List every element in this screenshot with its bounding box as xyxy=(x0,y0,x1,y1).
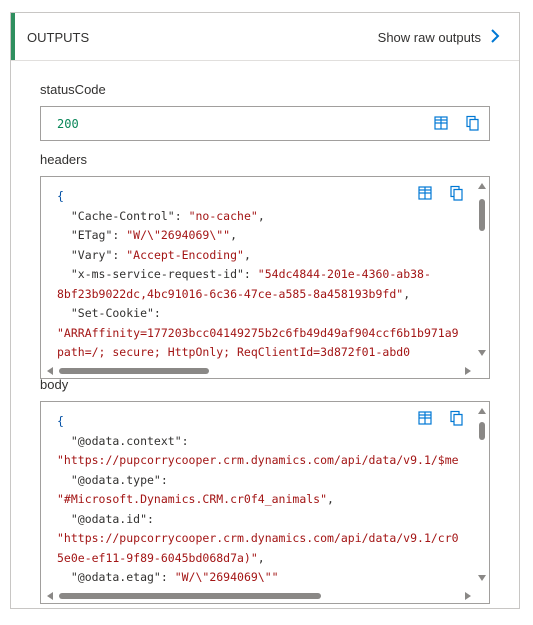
code-token: "@odata.type": xyxy=(57,472,168,487)
scroll-left-icon[interactable] xyxy=(47,367,53,375)
code-line: { xyxy=(57,412,465,432)
code-token: "@odata.context": xyxy=(57,433,189,448)
code-token: 8bf23b9022dc,4bc91016-6c36-47ce-a585-8a4… xyxy=(57,286,404,301)
code-line: "Cache-Control": "no-cache", xyxy=(57,207,465,227)
status-code-box: 200 xyxy=(40,106,490,141)
code-token: { xyxy=(57,189,64,203)
body-horizontal-scrollbar[interactable] xyxy=(43,591,475,601)
scroll-down-icon[interactable] xyxy=(478,575,486,581)
code-token: "no-cache" xyxy=(188,208,258,223)
code-token: "Accept-Encoding" xyxy=(126,247,244,262)
body-box: { "@odata.context": "https://pupcorrycoop… xyxy=(40,401,490,604)
code-token: "@odata.etag": xyxy=(57,570,175,584)
outputs-title: OUTPUTS xyxy=(27,30,90,45)
code-token: , xyxy=(243,247,251,262)
code-line: "Vary": "Accept-Encoding", xyxy=(57,246,465,266)
code-token: path=/; secure; HttpOnly; ReqClientId=3d… xyxy=(57,345,411,359)
accent-bar xyxy=(11,13,15,60)
copy-icon[interactable] xyxy=(465,115,481,131)
code-token: "@odata.id": xyxy=(57,511,154,526)
code-token: "x-ms-service-request-id": xyxy=(57,267,258,281)
code-token: 5e0e-ef11-9f89-6045bd068d7a)" xyxy=(57,550,258,565)
headers-json: { "Cache-Control": "no-cache", "ETag": "… xyxy=(57,187,465,360)
body-label: body xyxy=(40,377,69,392)
code-token: "https://pupcorrycooper.crm.dynamics.com… xyxy=(57,531,459,545)
code-token: "Cache-Control": xyxy=(57,208,189,223)
headers-horizontal-scrollbar[interactable] xyxy=(43,366,475,376)
scroll-down-icon[interactable] xyxy=(478,350,486,356)
code-token: "https://pupcorrycooper.crm.dynamics.com… xyxy=(57,453,459,467)
code-line: path=/; secure; HttpOnly; ReqClientId=3d… xyxy=(57,343,465,360)
code-token: , xyxy=(327,492,334,506)
code-token: "W/\"2694069\"" xyxy=(126,228,231,242)
outputs-card: OUTPUTS Show raw outputs statusCode 200 … xyxy=(10,12,520,609)
code-token: , xyxy=(257,208,265,223)
scroll-left-icon[interactable] xyxy=(47,592,53,600)
table-view-icon[interactable] xyxy=(433,115,449,131)
code-line: "@odata.type": xyxy=(57,471,465,491)
code-token: "ETag": xyxy=(57,228,127,242)
code-token: , xyxy=(257,550,265,565)
code-line: "@odata.id": xyxy=(57,510,465,530)
copy-icon[interactable] xyxy=(449,410,465,426)
code-line: "ARRAffinity=177203bcc04149275b2c6fb49d4… xyxy=(57,324,465,344)
code-line: "Set-Cookie": xyxy=(57,304,465,324)
code-token: "ARRAffinity=177203bcc04149275b2c6fb49d4… xyxy=(57,325,459,340)
headers-label: headers xyxy=(40,152,87,167)
scroll-up-icon[interactable] xyxy=(478,183,486,189)
code-line: "x-ms-service-request-id": "54dc4844-201… xyxy=(57,265,465,285)
headers-box: { "Cache-Control": "no-cache", "ETag": "… xyxy=(40,176,490,379)
body-json: { "@odata.context": "https://pupcorrycoop… xyxy=(57,412,465,585)
code-line: "#Microsoft.Dynamics.CRM.cr0f4_animals", xyxy=(57,490,465,510)
copy-icon[interactable] xyxy=(449,185,465,201)
scroll-thumb[interactable] xyxy=(479,199,485,231)
code-token: "54dc4844-201e-4360-ab38- xyxy=(257,267,431,281)
outputs-header: OUTPUTS Show raw outputs xyxy=(11,13,519,61)
code-line: "https://pupcorrycooper.crm.dynamics.com… xyxy=(57,529,465,549)
status-code-label: statusCode xyxy=(40,82,106,97)
code-token: "W/\"2694069\"" xyxy=(174,570,279,584)
code-token: , xyxy=(230,228,238,242)
scroll-right-icon[interactable] xyxy=(465,592,471,600)
code-line: { xyxy=(57,187,465,207)
code-line: "https://pupcorrycooper.crm.dynamics.com… xyxy=(57,451,465,471)
code-line: "@odata.etag": "W/\"2694069\"" xyxy=(57,568,465,585)
code-token: , xyxy=(403,286,411,301)
scroll-thumb[interactable] xyxy=(479,422,485,440)
code-token: "Set-Cookie": xyxy=(57,306,161,320)
code-token: "Vary": xyxy=(57,247,127,262)
table-view-icon[interactable] xyxy=(417,185,433,201)
body-vertical-scrollbar[interactable] xyxy=(477,404,487,585)
scroll-up-icon[interactable] xyxy=(478,408,486,414)
status-code-value: 200 xyxy=(57,117,79,131)
code-line: "ETag": "W/\"2694069\"", xyxy=(57,226,465,246)
scroll-thumb[interactable] xyxy=(59,593,321,599)
chevron-right-icon[interactable] xyxy=(488,27,502,45)
code-token: "#Microsoft.Dynamics.CRM.cr0f4_animals" xyxy=(57,492,328,506)
table-view-icon[interactable] xyxy=(417,410,433,426)
code-line: "@odata.context": xyxy=(57,432,465,452)
code-line: 8bf23b9022dc,4bc91016-6c36-47ce-a585-8a4… xyxy=(57,285,465,305)
show-raw-outputs-link[interactable]: Show raw outputs xyxy=(378,30,481,45)
scroll-right-icon[interactable] xyxy=(465,367,471,375)
code-token: { xyxy=(57,414,64,428)
headers-vertical-scrollbar[interactable] xyxy=(477,179,487,360)
code-line: 5e0e-ef11-9f89-6045bd068d7a)", xyxy=(57,549,465,569)
scroll-thumb[interactable] xyxy=(59,368,209,374)
